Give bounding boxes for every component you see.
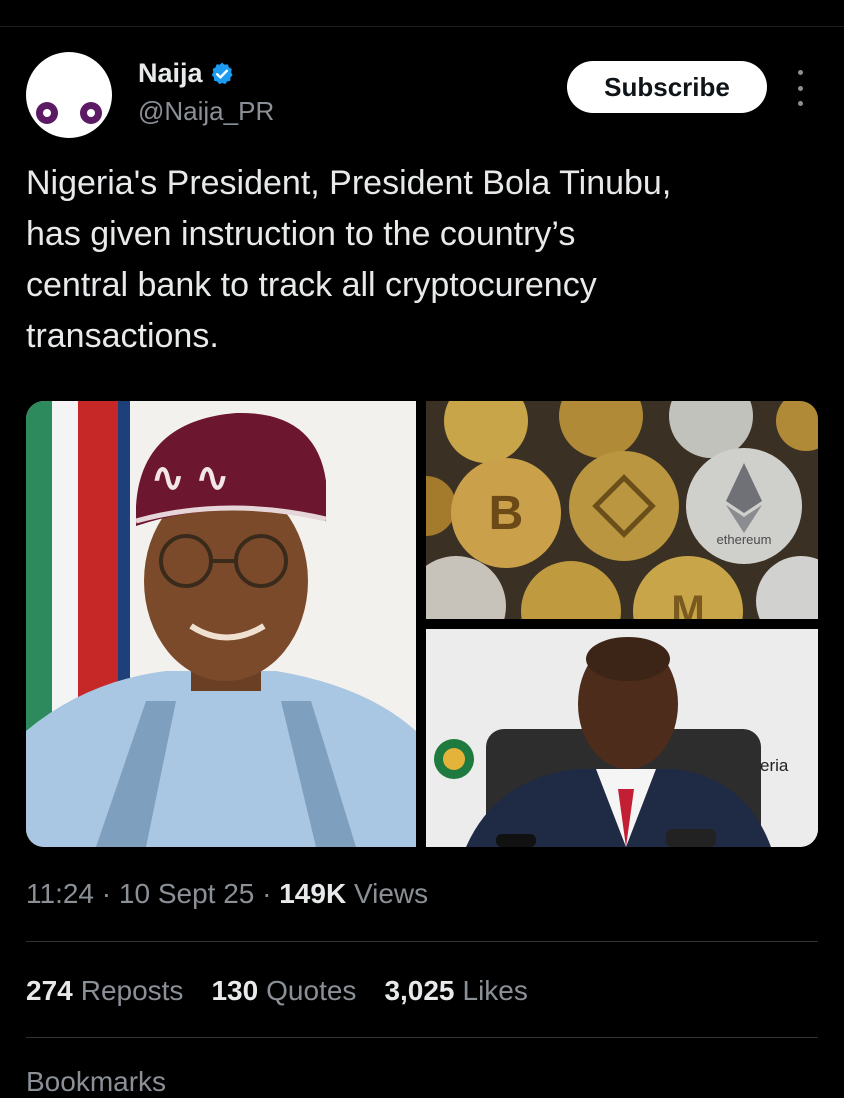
president-photo[interactable]: ∿ ∿ <box>26 401 416 847</box>
tweet-time[interactable]: 11:24 <box>26 878 94 909</box>
reposts-stat[interactable]: 274 Reposts <box>26 975 183 1007</box>
likes-label: Likes <box>462 975 528 1006</box>
author-handle[interactable]: @Naija_PR <box>138 96 274 127</box>
bookmarks-stat[interactable]: Bookmarks <box>26 1066 166 1098</box>
tweet-line: central bank to track all cryptocurency <box>26 266 597 304</box>
quotes-stat[interactable]: 130 Quotes <box>211 975 356 1007</box>
tweet-date[interactable]: 10 Sept 25 <box>119 878 254 909</box>
svg-text:M: M <box>671 588 704 619</box>
tweet-line: transactions. <box>26 317 219 355</box>
top-divider <box>0 26 844 27</box>
verified-badge-icon <box>211 62 233 84</box>
author-name[interactable]: Naija <box>138 58 203 89</box>
more-options-icon[interactable] <box>792 70 808 106</box>
tweet-line: Nigeria's President, President Bola Tinu… <box>26 164 672 202</box>
avatar-eye-right <box>80 102 102 124</box>
crypto-coins-photo[interactable]: B ethereum M <box>426 401 818 619</box>
likes-stat[interactable]: 3,025 Likes <box>384 975 527 1007</box>
quotes-label: Quotes <box>266 975 357 1006</box>
views-label: Views <box>353 878 429 909</box>
author-name-row[interactable]: Naija <box>138 58 235 89</box>
divider <box>26 941 818 942</box>
views-count: 149K <box>279 878 347 909</box>
svg-text:B: B <box>489 487 524 540</box>
reposts-label: Reposts <box>80 975 184 1006</box>
backdrop-text: eria <box>760 756 789 775</box>
subscribe-button[interactable]: Subscribe <box>567 61 767 113</box>
quotes-count: 130 <box>211 975 259 1006</box>
tweet-text: Nigeria's President, President Bola Tinu… <box>26 158 816 362</box>
divider <box>26 1037 818 1038</box>
likes-count: 3,025 <box>384 975 455 1006</box>
tweet-meta: 11:24 · 10 Sept 25 · 149K Views <box>26 878 428 910</box>
svg-text:∿ ∿: ∿ ∿ <box>151 456 229 500</box>
media-grid: ∿ ∿ B ethereum M eria <box>26 401 818 847</box>
meta-separator: · <box>101 878 112 909</box>
meta-separator: · <box>262 878 272 909</box>
governor-photo[interactable]: eria <box>426 629 818 847</box>
tweet-line: has given instruction to the country’s <box>26 215 576 253</box>
bookmarks-label: Bookmarks <box>26 1066 167 1097</box>
avatar-eye-left <box>36 102 58 124</box>
engagement-stats: 274 Reposts 130 Quotes 3,025 Likes <box>26 975 528 1007</box>
coin-label: ethereum <box>717 532 772 547</box>
reposts-count: 274 <box>26 975 73 1006</box>
avatar[interactable] <box>26 52 112 138</box>
